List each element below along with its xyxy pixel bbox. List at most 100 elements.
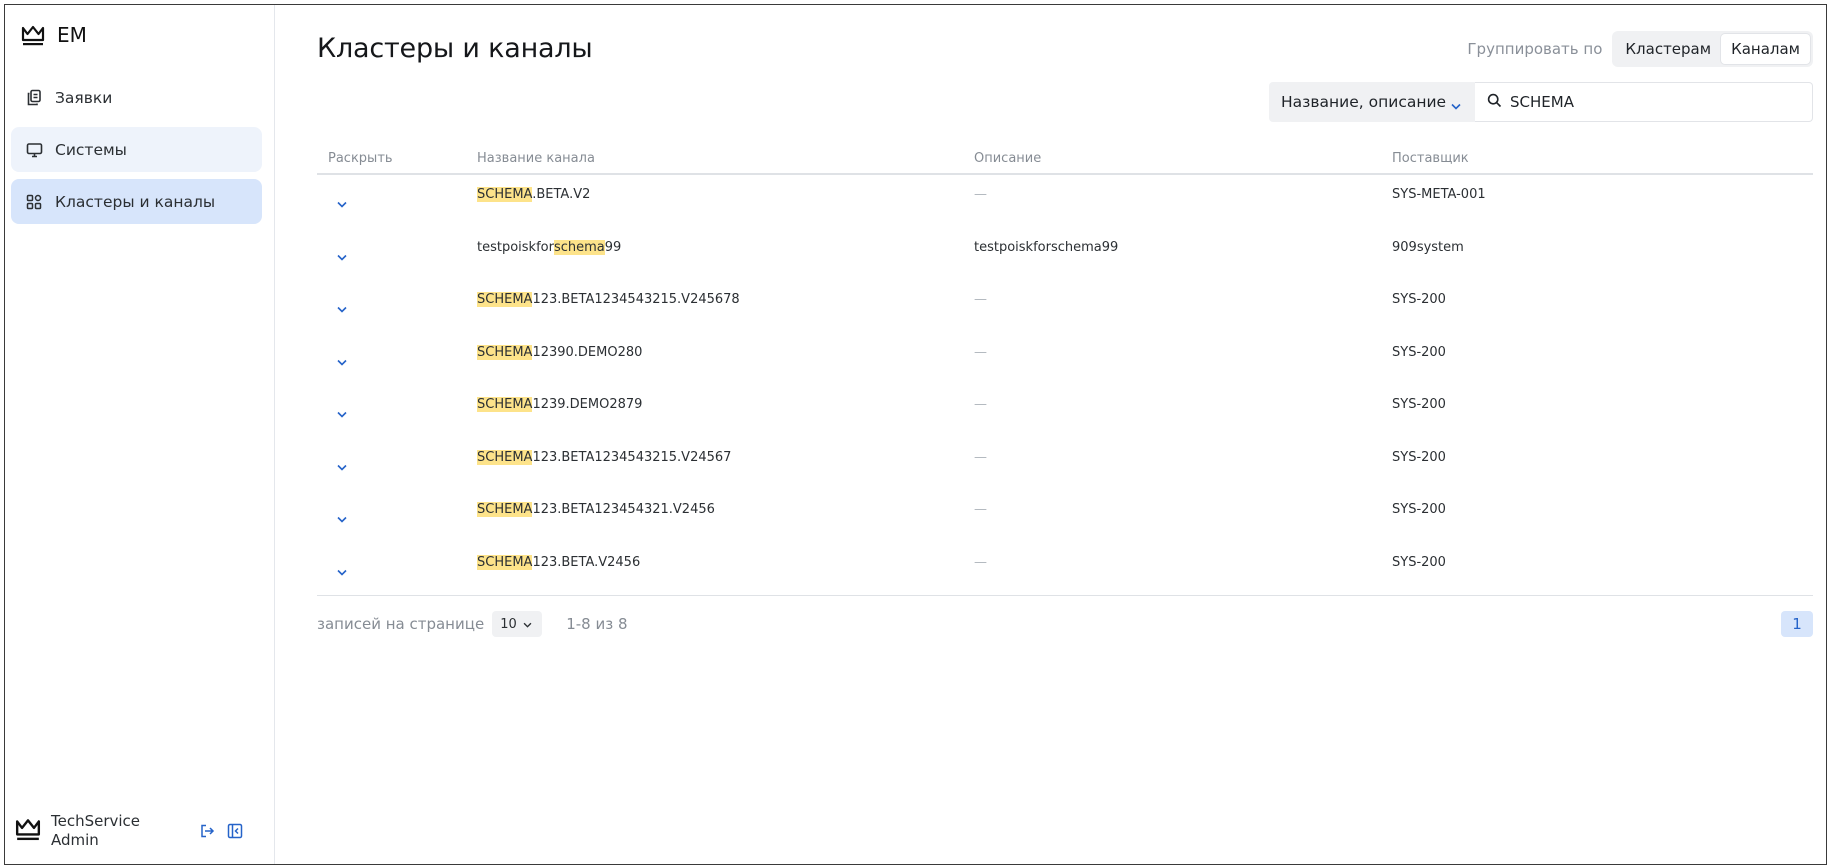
page-title: Кластеры и каналы (317, 33, 593, 64)
page-button-current[interactable]: 1 (1781, 611, 1813, 637)
app-window: EM Заявки Системы Кластеры и каналы Tech… (4, 4, 1827, 865)
user-name: TechService Admin (51, 812, 191, 850)
search-icon (1487, 93, 1502, 112)
expand-row-button[interactable] (317, 175, 477, 228)
column-header-expand[interactable]: Раскрыть (317, 151, 477, 166)
search-match-highlight: SCHEMA (477, 187, 533, 202)
search-filter: Название, описание (1269, 82, 1813, 122)
channel-name-suffix: 123.BETA.V2456 (532, 554, 641, 570)
chevron-down-icon (523, 617, 532, 632)
search-field-value: Название, описание (1281, 93, 1447, 111)
column-header-description[interactable]: Описание (974, 151, 1392, 166)
pagination: записей на странице 10 1-8 из 8 1 (317, 611, 1813, 637)
channel-name-suffix: 123.BETA1234543215.V24567 (532, 449, 732, 465)
expand-row-button[interactable] (317, 438, 477, 491)
per-page-value: 10 (500, 616, 517, 632)
channel-name-cell: SCHEMA123.BETA123454321.V2456 (477, 490, 974, 543)
pagination-range: 1-8 из 8 (566, 615, 628, 633)
column-header-name[interactable]: Название канала (477, 151, 974, 166)
expand-row-button[interactable] (317, 228, 477, 281)
group-by-control: Группировать по Кластерам Каналам (1467, 31, 1813, 67)
per-page-label: записей на странице (317, 615, 485, 633)
table-row[interactable]: SCHEMA123.BETA.V2456— SYS-200 (317, 543, 1813, 596)
search-match-highlight: SCHEMA (477, 502, 533, 517)
table-row[interactable]: SCHEMA1239.DEMO2879 — SYS-200 (317, 385, 1813, 438)
channel-provider-cell: SYS-200 (1392, 344, 1446, 360)
sidebar-item-label: Системы (55, 140, 127, 159)
channel-description-cell: — (974, 292, 987, 307)
crown-logo-icon (15, 817, 41, 845)
channel-description-cell: — (974, 502, 987, 517)
user-name-line2: Admin (51, 831, 99, 849)
channel-description-cell: — (974, 554, 987, 570)
sidebar-item-clusters-channels[interactable]: Кластеры и каналы (11, 179, 262, 224)
grid-icon (25, 193, 43, 211)
search-field-select[interactable]: Название, описание (1269, 82, 1475, 122)
table-row[interactable]: SCHEMA123.BETA1234543215.V24567— SYS-200 (317, 438, 1813, 491)
channel-description-cell: — (974, 344, 987, 360)
user-name-line1: TechService (51, 812, 141, 830)
channel-name-suffix: 123.BETA123454321.V2456 (532, 502, 715, 517)
channel-provider-cell: SYS-200 (1392, 554, 1446, 570)
channel-name-cell: SCHEMA.BETA.V2 (477, 175, 974, 228)
expand-row-button[interactable] (317, 490, 477, 543)
monitor-icon (25, 141, 43, 159)
collapse-sidebar-icon[interactable] (227, 823, 243, 839)
chevron-down-icon (337, 302, 347, 317)
channel-provider-cell: SYS-200 (1392, 449, 1446, 465)
chevron-down-icon (337, 407, 347, 422)
channel-description-cell: — (974, 449, 987, 465)
table-row[interactable]: SCHEMA12390.DEMO280— SYS-200 (317, 333, 1813, 386)
user-panel: TechService Admin (15, 812, 265, 850)
table-row[interactable]: SCHEMA123.BETA1234543215.V245678— SYS-200 (317, 280, 1813, 333)
channel-provider-cell: SYS-200 (1392, 397, 1446, 412)
group-by-channels-button[interactable]: Каналам (1721, 34, 1810, 64)
channel-name-prefix: testpoiskfor (477, 239, 554, 255)
search-match-highlight: schema (553, 239, 605, 255)
table-row[interactable]: testpoiskforschema99 testpoiskforschema99… (317, 228, 1813, 281)
expand-row-button[interactable] (317, 385, 477, 438)
main-content: Кластеры и каналы Группировать по Класте… (315, 5, 1813, 864)
sidebar-item-requests[interactable]: Заявки (11, 75, 262, 120)
table-divider (317, 595, 1813, 596)
channel-name-suffix: 1239.DEMO2879 (532, 397, 643, 412)
logout-icon[interactable] (199, 823, 215, 839)
expand-row-button[interactable] (317, 543, 477, 596)
channel-description-cell: — (974, 187, 987, 202)
channel-name-cell: SCHEMA123.BETA1234543215.V245678 (477, 280, 974, 333)
expand-row-button[interactable] (317, 280, 477, 333)
channel-description-cell: testpoiskforschema99 (974, 239, 1119, 255)
channels-table: Раскрыть Название канала Описание Постав… (317, 143, 1813, 596)
group-by-clusters-button[interactable]: Кластерам (1615, 34, 1721, 64)
channel-name-suffix: 99 (604, 239, 622, 255)
chevron-down-icon (337, 565, 347, 580)
channel-name-cell: testpoiskforschema99 (477, 228, 974, 281)
chevron-down-icon (337, 250, 347, 265)
table-row[interactable]: SCHEMA123.BETA123454321.V2456— SYS-200 (317, 490, 1813, 543)
chevron-down-icon (337, 460, 347, 475)
expand-row-button[interactable] (317, 333, 477, 386)
sidebar-item-systems[interactable]: Системы (11, 127, 262, 172)
column-header-provider[interactable]: Поставщик (1392, 151, 1813, 166)
crown-logo-icon (21, 24, 45, 46)
group-by-segmented: Кластерам Каналам (1612, 31, 1813, 67)
user-actions (199, 823, 243, 839)
table-body: SCHEMA.BETA.V2— SYS-META-001 testpoiskfors… (317, 175, 1813, 595)
search-match-highlight: SCHEMA (477, 292, 533, 307)
channel-name-suffix: 123.BETA1234543215.V245678 (532, 292, 740, 307)
chevron-down-icon (1451, 96, 1461, 114)
channel-name-suffix: .BETA.V2 (532, 187, 591, 202)
search-match-highlight: SCHEMA (477, 344, 533, 360)
search-match-highlight: SCHEMA (477, 397, 533, 412)
channel-name-cell: SCHEMA123.BETA.V2456 (477, 543, 974, 596)
group-by-label: Группировать по (1467, 40, 1603, 58)
search-input[interactable] (1510, 93, 1790, 111)
chevron-down-icon (337, 197, 347, 212)
per-page-select[interactable]: 10 (492, 611, 543, 637)
table-row[interactable]: SCHEMA.BETA.V2— SYS-META-001 (317, 175, 1813, 228)
app-title: EM (57, 23, 87, 47)
channel-provider-cell: SYS-META-001 (1392, 187, 1486, 202)
chevron-down-icon (337, 355, 347, 370)
channel-description-cell: — (974, 397, 987, 412)
brand[interactable]: EM (21, 23, 87, 47)
